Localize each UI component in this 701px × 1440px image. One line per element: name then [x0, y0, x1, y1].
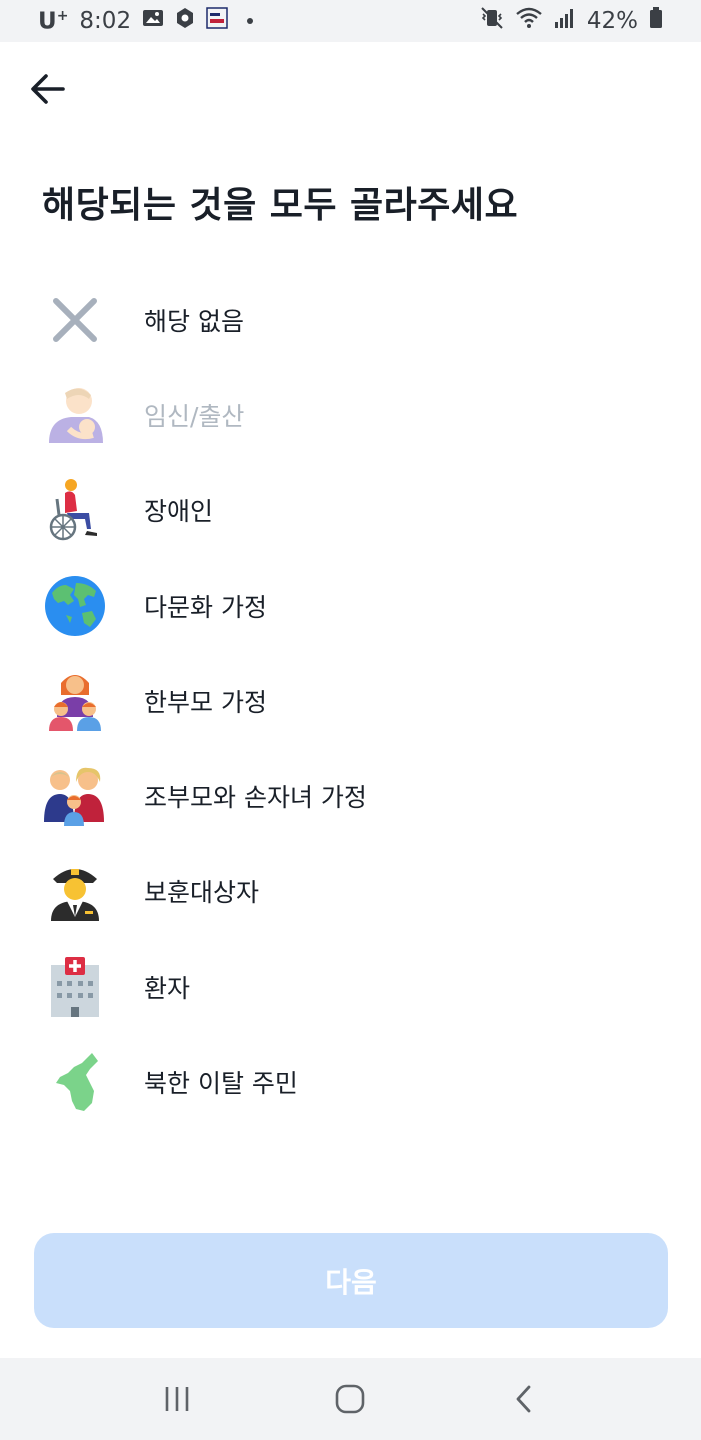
- hospital-icon: [44, 956, 106, 1018]
- option-veterans[interactable]: 보훈대상자: [0, 844, 701, 939]
- vibrate-mute-icon: [480, 7, 504, 35]
- korea-map-icon: [44, 1051, 106, 1113]
- carrier-label: U+: [38, 7, 69, 35]
- chevron-left-icon: [516, 1385, 531, 1413]
- option-none[interactable]: 해당 없음: [0, 272, 701, 367]
- clock: 8:02: [79, 8, 132, 34]
- app-notification-icon: [206, 7, 228, 35]
- status-bar-left: U+ 8:02: [38, 7, 254, 35]
- screen: U+ 8:02 42% 해당되는 것을 모두 골라주세요 해당 없음 임신/출산…: [0, 0, 701, 1440]
- status-bar-right: 42%: [480, 7, 663, 35]
- home-icon: [336, 1384, 365, 1414]
- option-grandparents-family[interactable]: 조부모와 손자녀 가정: [0, 748, 701, 843]
- system-nav-bar: [0, 1358, 701, 1440]
- close-x-icon: [44, 289, 106, 351]
- recent-apps-icon: [165, 1387, 189, 1411]
- wheelchair-person-icon: [44, 479, 106, 541]
- recent-apps-button[interactable]: [147, 1369, 207, 1429]
- option-label: 환자: [144, 973, 191, 1003]
- option-label: 한부모 가정: [144, 687, 267, 717]
- option-single-parent-family[interactable]: 한부모 가정: [0, 653, 701, 748]
- status-bar: U+ 8:02 42%: [0, 0, 701, 42]
- option-label: 보훈대상자: [144, 878, 260, 908]
- option-disabled-person[interactable]: 장애인: [0, 463, 701, 558]
- option-label: 다문화 가정: [144, 592, 267, 622]
- battery-icon: [649, 7, 663, 35]
- battery-percent: 42%: [586, 8, 638, 34]
- home-button[interactable]: [320, 1369, 380, 1429]
- gallery-icon: [142, 8, 164, 34]
- options-list: 해당 없음 임신/출산 장애인 다문화 가정 한부모 가정 조부모와 손자녀 가…: [0, 272, 701, 1130]
- option-multicultural-family[interactable]: 다문화 가정: [0, 558, 701, 653]
- globe-icon: [44, 575, 106, 637]
- breastfeeding-icon: [44, 384, 106, 446]
- option-north-korean-defector[interactable]: 북한 이탈 주민: [0, 1034, 701, 1129]
- signal-icon: [554, 7, 576, 35]
- option-patient[interactable]: 환자: [0, 939, 701, 1034]
- pilot-icon: [44, 860, 106, 922]
- option-label: 북한 이탈 주민: [144, 1069, 298, 1099]
- grandparents-family-icon: [44, 765, 106, 827]
- location-icon: [175, 7, 195, 35]
- system-back-button[interactable]: [494, 1369, 554, 1429]
- more-notifications-dot: [247, 18, 254, 24]
- option-label: 임신/출산: [144, 401, 245, 431]
- single-parent-family-icon: [44, 670, 106, 732]
- option-label: 조부모와 손자녀 가정: [144, 783, 367, 813]
- option-label: 장애인: [144, 497, 214, 527]
- arrow-left-icon: [31, 74, 65, 104]
- page-title: 해당되는 것을 모두 골라주세요: [42, 185, 519, 226]
- back-button[interactable]: [22, 64, 74, 114]
- option-label: 해당 없음: [144, 306, 244, 336]
- wifi-icon: [515, 7, 543, 35]
- next-button[interactable]: 다음: [34, 1233, 668, 1328]
- option-pregnancy[interactable]: 임신/출산: [0, 367, 701, 462]
